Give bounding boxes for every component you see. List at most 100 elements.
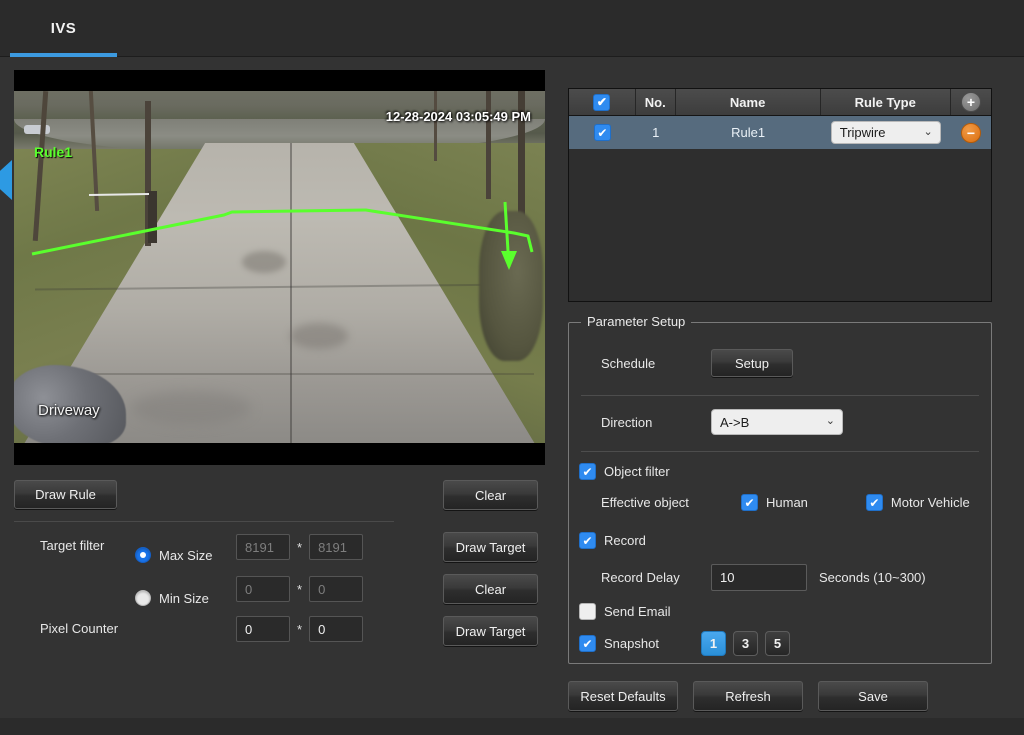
tree-post [148,191,157,243]
pixel-counter-label: Pixel Counter [40,621,119,636]
param-divider-1 [581,395,979,396]
record-delay-input[interactable] [711,564,807,591]
tab-active-underline [10,53,117,57]
direction-select[interactable]: A->B [711,409,843,435]
schedule-setup-button[interactable]: Setup [711,349,793,377]
footer-button-bar: Reset Defaults Refresh Save [568,681,928,711]
plus-icon[interactable]: + [961,92,981,112]
draw-target-pixel-button[interactable]: Draw Target [443,616,538,646]
record-delay-units: Seconds (10~300) [819,570,926,585]
max-size-width-input[interactable] [236,534,290,560]
min-size-radio[interactable] [135,590,151,606]
snapshot-toggle[interactable]: Snapshot [579,635,659,652]
record-row[interactable]: Record [579,532,646,549]
human-label: Human [766,495,808,510]
minus-icon[interactable]: − [961,122,981,143]
drawing-side-buttons: Clear Draw Target Clear Draw Target [443,480,538,658]
min-size-width-input[interactable] [236,576,290,602]
snapshot-label: Snapshot [604,636,659,651]
record-label: Record [604,533,646,548]
min-size-fields: * [236,576,364,602]
row-checkbox[interactable] [593,124,611,141]
record-delay-label: Record Delay [601,570,680,585]
camera-name-overlay: Driveway [38,402,100,419]
reset-defaults-button[interactable]: Reset Defaults [568,681,678,711]
top-tab-bar: IVS [0,0,1024,57]
tab-ivs[interactable]: IVS [10,0,117,57]
table-row[interactable]: 1 Rule1 Tripwire ⌄ − [569,116,991,149]
send-email-row[interactable]: Send Email [579,603,670,620]
video-preview-panel[interactable]: 12-28-2024 03:05:49 PM Driveway Rule1 [14,70,545,465]
row-actions[interactable]: − [951,122,991,143]
direction-select-wrap[interactable]: A->B ⌄ [711,409,843,435]
rule-list-table: No. Name Rule Type + 1 Rule1 Tripwire ⌄ [568,88,992,302]
max-size-fields: * [236,534,364,560]
motor-vehicle-checkbox[interactable] [865,494,883,511]
parameter-setup-legend: Parameter Setup [581,314,692,329]
max-size-radio-group[interactable]: Max Size [135,547,212,563]
snapshot-count-3[interactable]: 3 [732,631,758,656]
row-no: 1 [652,125,660,140]
driveway-stain-3 [130,391,251,425]
human-option[interactable]: Human [741,494,808,511]
select-all-checkbox[interactable] [593,93,611,111]
rule-type-select[interactable]: Tripwire [830,121,941,144]
header-select-all-cell[interactable] [569,89,636,115]
draw-rule-button[interactable]: Draw Rule [14,480,117,509]
row-rule-type-cell[interactable]: Tripwire ⌄ [821,121,952,144]
refresh-button[interactable]: Refresh [693,681,803,711]
clear-target-button[interactable]: Clear [443,574,538,604]
object-filter-label: Object filter [604,464,670,479]
tab-ivs-label: IVS [50,20,77,37]
tree-6 [434,91,437,161]
video-timestamp: 12-28-2024 03:05:49 PM [385,109,531,124]
draw-target-max-button[interactable]: Draw Target [443,532,538,562]
driveway-stain-1 [242,251,287,273]
row-select-cell[interactable] [569,124,636,141]
tripwire-rule-label: Rule1 [34,144,73,160]
max-size-label: Max Size [159,547,213,563]
snapshot-count-group: 1 3 5 [700,631,790,656]
min-size-radio-group[interactable]: Min Size [135,590,209,606]
tree-4 [486,91,491,199]
schedule-row: Schedule Setup [601,349,793,377]
human-checkbox[interactable] [741,494,758,511]
header-no: No. [636,89,676,115]
header-name: Name [676,89,821,115]
direction-label: Direction [601,414,653,430]
pixel-counter-width-input[interactable] [236,616,290,642]
camera-live-image: 12-28-2024 03:05:49 PM Driveway [14,91,545,443]
schedule-label: Schedule [601,355,656,371]
motor-vehicle-option[interactable]: Motor Vehicle [865,494,970,511]
save-button[interactable]: Save [818,681,928,711]
record-checkbox[interactable] [579,532,596,549]
direction-row: Direction A->B ⌄ [601,409,843,435]
record-delay-row: Record Delay Seconds (10~300) [601,564,926,591]
pixel-counter-separator: * [297,621,303,637]
header-rule-type: Rule Type [821,89,952,115]
object-filter-checkbox[interactable] [579,463,596,480]
parked-car [24,125,50,134]
table-header-row: No. Name Rule Type + [569,89,991,116]
clear-rule-button[interactable]: Clear [443,480,538,510]
min-size-height-input[interactable] [309,576,364,602]
send-email-checkbox[interactable] [579,603,596,620]
ivs-configuration-page: IVS 12-28-2024 03:05:49 PM Driveway Rule… [0,0,1024,735]
snapshot-count-5[interactable]: 5 [764,631,790,656]
effective-object-row: Effective object Human Motor Vehicle [601,494,970,511]
snapshot-checkbox[interactable] [579,635,596,652]
object-filter-row[interactable]: Object filter [579,463,670,480]
pixel-counter-height-input[interactable] [309,616,364,642]
max-size-radio[interactable] [135,547,151,563]
sidebar-collapse-chevron-icon[interactable] [0,160,12,200]
rule-type-select-wrap[interactable]: Tripwire ⌄ [830,121,941,144]
snapshot-count-1[interactable]: 1 [700,631,726,656]
target-filter-label: Target filter [40,538,105,553]
motor-vehicle-label: Motor Vehicle [890,495,970,510]
send-email-label: Send Email [604,604,671,619]
shrub [479,211,543,361]
effective-object-label: Effective object [601,495,689,510]
parameter-setup-group: Parameter Setup Schedule Setup Direction… [568,314,992,664]
max-size-height-input[interactable] [309,534,364,560]
header-actions: + [951,89,991,115]
